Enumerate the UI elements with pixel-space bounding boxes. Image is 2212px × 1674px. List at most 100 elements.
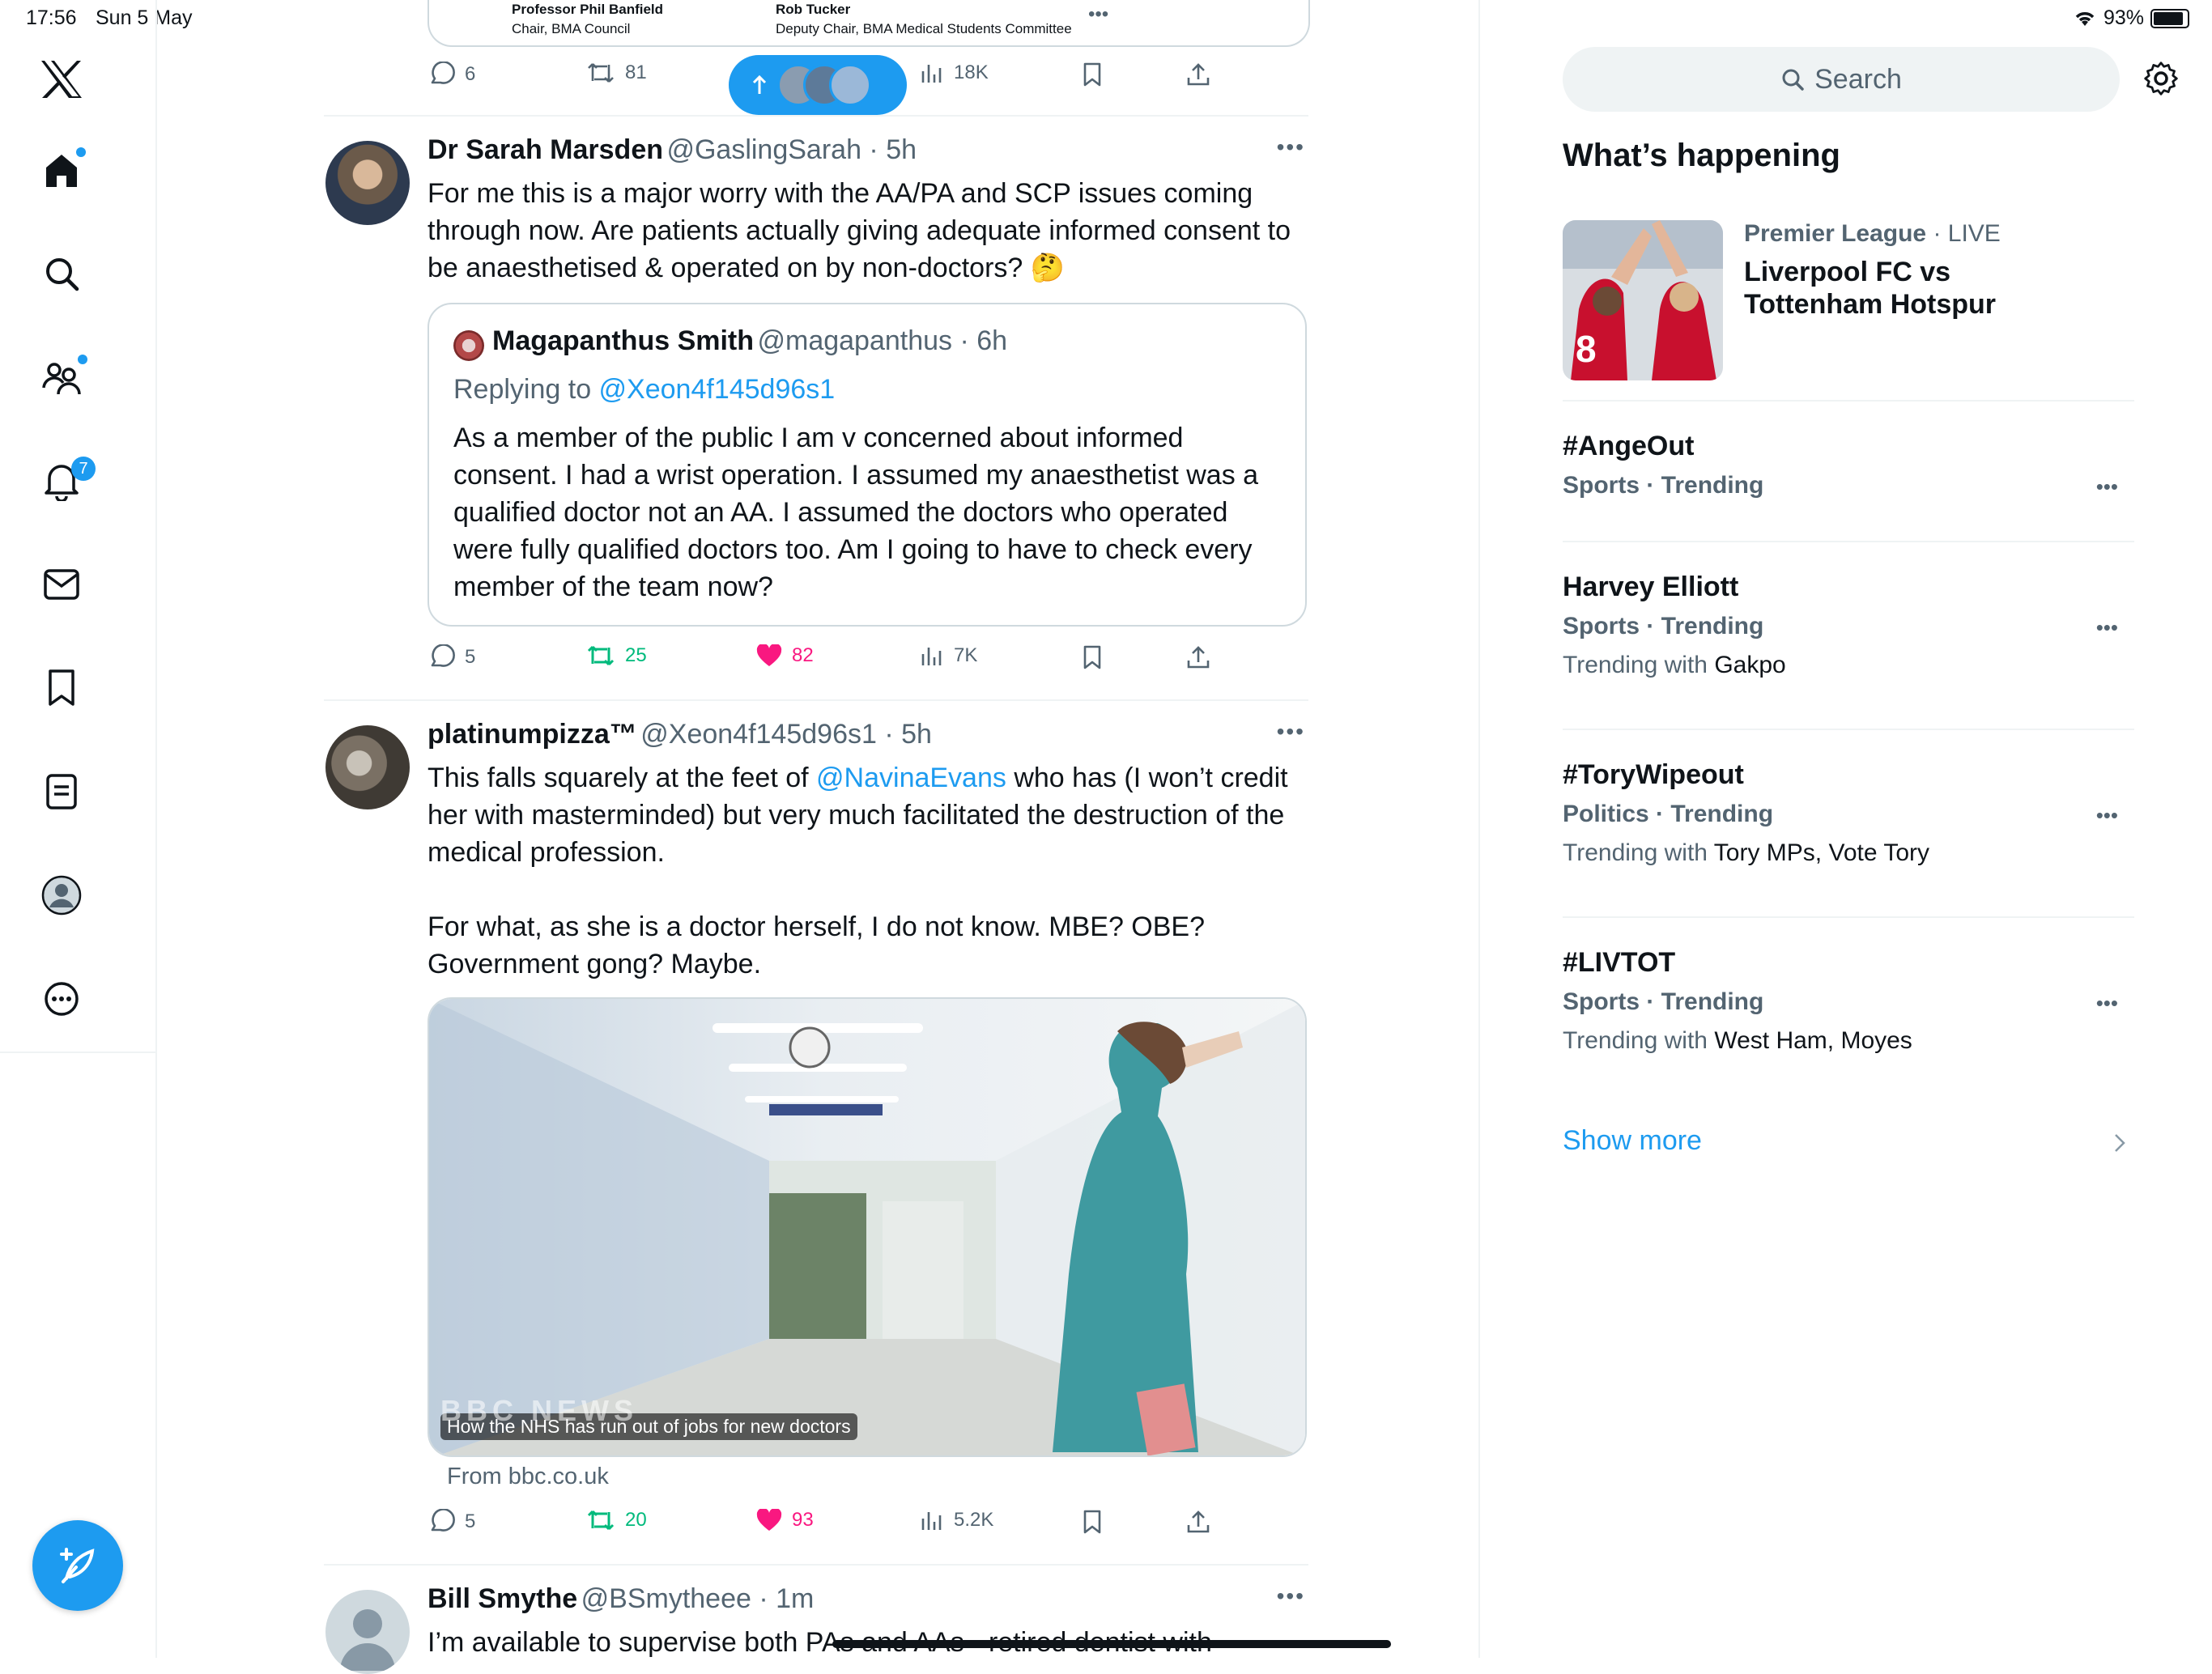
search-placeholder: Search — [1814, 63, 1902, 95]
profile-icon[interactable] — [21, 855, 102, 936]
timestamp[interactable]: 5h — [886, 134, 917, 165]
timeline: Professor Phil Banfield Chair, BMA Counc… — [324, 0, 1310, 1674]
more-icon[interactable]: ••• — [1277, 1583, 1305, 1609]
like-button[interactable]: 93 — [756, 1509, 814, 1532]
bookmark-icon — [1083, 62, 1101, 87]
more-icon[interactable]: ••• — [1277, 719, 1305, 745]
avatar[interactable] — [325, 725, 410, 809]
search-input[interactable]: Search — [1563, 47, 2120, 112]
bookmark-button[interactable] — [1082, 1509, 1103, 1535]
tweet-header: Bill Smythe @BSmytheee · 1m — [428, 1583, 815, 1614]
communities-icon[interactable] — [21, 337, 102, 418]
home-indicator[interactable] — [832, 1640, 1391, 1648]
views-count: 5.2K — [954, 1509, 994, 1531]
card-more-icon[interactable]: ••• — [1088, 3, 1108, 26]
trend-with: Trending with Gakpo — [1563, 652, 1786, 678]
username[interactable]: @BSmytheee — [581, 1583, 751, 1614]
share-icon — [1187, 1510, 1210, 1533]
trend-item[interactable]: #AngeOut Sports · Trending ••• — [1563, 431, 2134, 512]
bookmark-button[interactable] — [1082, 62, 1103, 87]
retweet-button[interactable]: 81 — [586, 62, 647, 84]
bookmark-button[interactable] — [1082, 644, 1103, 670]
trend-title: #LIVTOT — [1563, 947, 1676, 978]
tweet-text: This falls squarely at the feet of @Navi… — [428, 763, 1288, 868]
tweet-text-paragraph: For what, as she is a doctor herself, I … — [428, 911, 1206, 979]
featured-trend[interactable]: 8 Premier League · LIVE Liverpool FC vs … — [1563, 220, 2134, 382]
quote-header: Magapanthus Smith @magapanthus · 6h — [492, 325, 1008, 356]
trend-item[interactable]: Harvey Elliott Sports · Trending Trendin… — [1563, 571, 2134, 693]
home-notification-dot — [76, 147, 86, 157]
display-name[interactable]: platinumpizza™ — [428, 719, 637, 750]
top-tweet-card[interactable]: Professor Phil Banfield Chair, BMA Counc… — [428, 0, 1310, 47]
share-icon — [1187, 63, 1210, 86]
more-icon[interactable]: ••• — [1277, 134, 1305, 160]
views-count: 18K — [954, 62, 989, 83]
like-button[interactable]: 82 — [756, 644, 814, 667]
trend-meta: Sports · Trending — [1563, 988, 1764, 1015]
trend-with: Trending with Tory MPs, Vote Tory — [1563, 839, 1929, 866]
trend-more-icon[interactable]: ••• — [2096, 991, 2118, 1016]
display-name[interactable]: Dr Sarah Marsden — [428, 134, 663, 165]
retweet-icon — [588, 63, 614, 83]
trend-more-icon[interactable]: ••• — [2096, 615, 2118, 640]
show-more-link[interactable]: Show more — [1563, 1125, 2134, 1161]
timestamp[interactable]: 5h — [901, 719, 932, 750]
avatar[interactable] — [325, 1590, 410, 1674]
caption-right-name: Rob Tucker — [776, 2, 851, 17]
trend-title: #ToryWipeout — [1563, 759, 1744, 790]
like-count: 93 — [792, 1509, 814, 1531]
trend-more-icon[interactable]: ••• — [2096, 803, 2118, 828]
notifications-icon[interactable]: 7 — [21, 440, 102, 521]
avatar[interactable] — [453, 330, 484, 361]
share-button[interactable] — [1185, 644, 1211, 670]
mention-link[interactable]: @NavinaEvans — [816, 763, 1006, 793]
views-button[interactable]: 5.2K — [920, 1509, 993, 1532]
messages-icon[interactable] — [21, 544, 102, 625]
retweet-button[interactable]: 20 — [586, 1509, 647, 1532]
views-icon — [921, 648, 942, 665]
nav-divider — [0, 1052, 155, 1053]
display-name[interactable]: Bill Smythe — [428, 1583, 577, 1614]
mention-link[interactable]: @Xeon4f145d96s1 — [599, 374, 836, 405]
trend-more-icon[interactable]: ••• — [2096, 474, 2118, 499]
username[interactable]: @Xeon4f145d96s1 — [640, 719, 877, 750]
views-button[interactable]: 18K — [920, 62, 989, 84]
more-options-icon[interactable] — [21, 958, 102, 1039]
tweet[interactable]: platinumpizza™ @Xeon4f145d96s1 · 5h ••• … — [324, 701, 1308, 1564]
reply-button[interactable]: 5 — [428, 1509, 475, 1535]
reply-button[interactable]: 5 — [428, 644, 475, 670]
trend-item[interactable]: #LIVTOT Sports · Trending Trending with … — [1563, 947, 2134, 1069]
trend-item[interactable]: #ToryWipeout Politics · Trending Trendin… — [1563, 759, 2134, 881]
timestamp: 6h — [976, 325, 1008, 356]
search-icon[interactable] — [21, 233, 102, 314]
bookmark-icon — [1083, 645, 1101, 669]
card-source[interactable]: From bbc.co.uk — [447, 1464, 609, 1490]
lists-icon[interactable] — [21, 751, 102, 832]
views-count: 7K — [954, 644, 978, 666]
new-posts-pill[interactable] — [729, 55, 907, 115]
settings-gear-icon[interactable] — [2142, 60, 2180, 97]
avatar[interactable] — [325, 141, 410, 225]
reply-button[interactable]: 6 — [428, 62, 475, 87]
timestamp[interactable]: 1m — [776, 1583, 814, 1614]
share-button[interactable] — [1185, 62, 1211, 87]
bookmarks-icon[interactable] — [21, 648, 102, 729]
display-name: Magapanthus Smith — [492, 325, 755, 356]
views-icon — [921, 65, 942, 83]
divider — [1563, 541, 2134, 542]
share-button[interactable] — [1185, 1509, 1211, 1535]
home-icon[interactable] — [21, 130, 102, 210]
username[interactable]: @GaslingSarah — [666, 134, 861, 165]
tweet[interactable]: Dr Sarah Marsden @GaslingSarah · 5h ••• … — [324, 117, 1308, 699]
views-button[interactable]: 7K — [920, 644, 977, 667]
caption-right-role: Deputy Chair, BMA Medical Students Commi… — [776, 21, 1072, 36]
new-posts-avatars — [777, 64, 874, 106]
quote-tweet[interactable]: Magapanthus Smith @magapanthus · 6h Repl… — [428, 303, 1307, 627]
share-icon — [1187, 646, 1210, 669]
bbc-news-watermark: BBC NEWS — [440, 1394, 638, 1427]
x-logo-icon[interactable] — [21, 39, 102, 120]
divider — [1563, 400, 2134, 402]
compose-post-button[interactable] — [32, 1520, 123, 1611]
retweet-button[interactable]: 25 — [586, 644, 647, 667]
link-card-image[interactable]: How the NHS has run out of jobs for new … — [428, 997, 1307, 1457]
